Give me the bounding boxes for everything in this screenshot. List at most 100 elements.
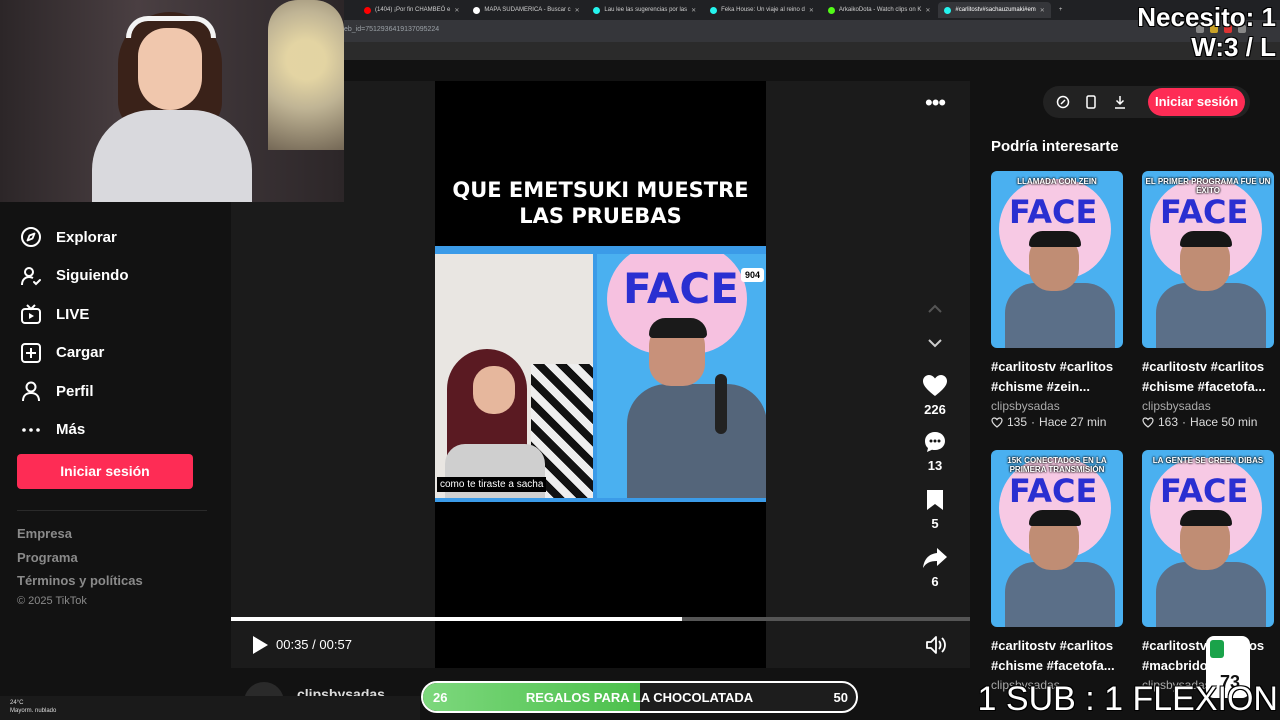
tab-label: Feka House: Un viaje al reino d: [721, 7, 805, 13]
header-login-button[interactable]: Iniciar sesión: [1148, 88, 1245, 116]
tab-favicon-icon: [364, 6, 371, 14]
like-button[interactable]: 226: [915, 374, 955, 417]
person-jacket: [1005, 562, 1115, 627]
tab-close-icon[interactable]: ✕: [691, 7, 696, 14]
device-button[interactable]: [1085, 95, 1097, 114]
save-button[interactable]: 5: [915, 488, 955, 531]
meta-separator: ·: [1031, 415, 1036, 429]
sidebar-item-label: Perfil: [56, 382, 94, 400]
tab-favicon-icon: [710, 6, 718, 14]
weather-widget[interactable]: 24°C Mayorm. nublado: [10, 699, 56, 715]
browser-tab[interactable]: Feka House: Un viaje al reino d ✕: [704, 2, 820, 18]
recommendation-thumbnail[interactable]: FACE La gente se creen dibas: [1142, 450, 1274, 627]
person-jacket: [1156, 562, 1266, 627]
volume-button[interactable]: [925, 635, 947, 660]
sidebar-item-perfil[interactable]: Perfil: [20, 372, 220, 411]
coin-button[interactable]: [1056, 95, 1070, 114]
comment-count: 13: [927, 458, 943, 473]
person-jacket: [1005, 283, 1115, 348]
sub-challenge-text: 1 SUB : 1 FLEXION: [977, 680, 1278, 718]
recommendation-line1[interactable]: #carlitostv #carlitos: [991, 357, 1123, 377]
recommendation-line1[interactable]: #carlitostv #carlitos: [991, 636, 1123, 656]
counter-line2: W:3 / L: [1191, 32, 1276, 62]
recommendation-line2[interactable]: #chisme #facetofa...: [991, 656, 1123, 676]
heart-icon: [923, 375, 947, 396]
login-button[interactable]: Iniciar sesión: [17, 454, 193, 489]
chevron-up-icon[interactable]: [926, 300, 944, 323]
recommendation-thumbnail[interactable]: FACE 15K conectados en la primera transmi…: [991, 450, 1123, 627]
compass-icon: [21, 227, 41, 248]
recommendation-author[interactable]: clipsbysadas: [991, 399, 1123, 413]
video-time: 00:35 / 00:57: [276, 637, 352, 652]
browser-tab[interactable]: Lau lee las sugerencias por las ✕: [587, 2, 702, 18]
browser-tab[interactable]: ArkaikoDota - Watch clips on K ✕: [822, 2, 937, 18]
person-hair: [1029, 510, 1081, 526]
thumbnail-caption: La gente se creen dibas: [1152, 456, 1264, 465]
download-button[interactable]: [1113, 95, 1127, 114]
tab-close-icon[interactable]: ✕: [575, 7, 580, 14]
recommendation-card[interactable]: FACE El primer programa fue un éxito #carl…: [1142, 171, 1274, 429]
streamer-face: [138, 28, 202, 110]
meta-separator: ·: [1182, 415, 1187, 429]
recommendation-thumbnail[interactable]: FACE Llamada con Zein: [991, 171, 1123, 348]
show-logo: FACE: [623, 264, 739, 313]
tab-close-icon[interactable]: ✕: [925, 7, 930, 14]
video-overlay-title: QUE EMETSUKI MUESTRE LAS PRUEBAS: [435, 177, 766, 229]
video-right-panel: FACE 904: [597, 254, 766, 498]
browser-tab[interactable]: MAPA SUDAMERICA - Buscar c ✕: [467, 2, 585, 18]
browser-tab[interactable]: (1404) ¡Por fin CHAMBEÓ e ✕: [358, 2, 465, 18]
video-progress-bar[interactable]: [231, 617, 970, 621]
comment-button[interactable]: 13: [915, 430, 955, 473]
recommendation-line2[interactable]: #chisme #zein...: [991, 377, 1123, 397]
footer-link-programa[interactable]: Programa: [17, 550, 143, 574]
recommendation-likes: 135: [1007, 415, 1028, 429]
os-taskbar: [0, 696, 420, 720]
sidebar-divider: [17, 510, 207, 511]
footer-link-empresa[interactable]: Empresa: [17, 526, 143, 550]
chevron-down-icon[interactable]: [926, 334, 944, 357]
more-options-icon[interactable]: •••: [925, 92, 946, 114]
play-button[interactable]: [251, 635, 269, 660]
more-icon: [22, 427, 40, 432]
play-icon: [253, 636, 268, 654]
recommendation-card[interactable]: FACE 15K conectados en la primera transmi…: [991, 450, 1123, 692]
sidebar-item-mas[interactable]: Más: [20, 411, 220, 450]
recommendation-author[interactable]: clipsbysadas: [1142, 399, 1274, 413]
tab-favicon-icon: [944, 6, 952, 14]
weather-temp: 24°C: [10, 700, 24, 706]
recommendation-meta: 163 · Hace 50 min: [1142, 415, 1274, 429]
tab-label: Lau lee las sugerencias por las: [604, 7, 688, 13]
recommendation-line1[interactable]: #carlitostv #carlitos: [1142, 357, 1274, 377]
footer-link-terminos[interactable]: Términos y políticas: [17, 573, 143, 597]
tab-label: MAPA SUDAMERICA - Buscar c: [484, 7, 571, 13]
comment-icon: [925, 432, 945, 452]
recommendation-thumbnail[interactable]: FACE El primer programa fue un éxito: [1142, 171, 1274, 348]
logo-mark: [1210, 640, 1224, 658]
person-jacket: [1156, 283, 1266, 348]
tab-close-icon[interactable]: ✕: [454, 7, 459, 14]
recommendation-age: Hace 50 min: [1190, 415, 1258, 429]
browser-tab[interactable]: #carlitostv#sachauzumaki#em ✕: [938, 2, 1051, 18]
recommendation-line2[interactable]: #chisme #facetofa...: [1142, 377, 1274, 397]
stream-counter: Necesito: 1 W:3 / L: [1137, 2, 1276, 62]
sidebar-item-cargar[interactable]: Cargar: [20, 334, 220, 373]
sidebar-item-live[interactable]: LIVE: [20, 295, 220, 334]
tab-close-icon[interactable]: ✕: [1040, 7, 1045, 14]
weather-desc: Mayorm. nublado: [10, 708, 57, 714]
following-icon: [21, 266, 41, 286]
tab-close-icon[interactable]: ✕: [809, 7, 814, 14]
bookmark-icon: [927, 490, 943, 510]
video-player[interactable]: QUE EMETSUKI MUESTRE LAS PRUEBAS FACE 90…: [435, 81, 766, 668]
recommendation-card[interactable]: FACE Llamada con Zein #carlitostv #carlito…: [991, 171, 1123, 429]
new-tab-button[interactable]: +: [1053, 2, 1069, 18]
share-button[interactable]: 6: [915, 546, 955, 589]
url-text[interactable]: eb_id=7512936419137095224: [344, 26, 439, 33]
recommendation-age: Hace 27 min: [1039, 415, 1107, 429]
sidebar-item-explorar[interactable]: Explorar: [20, 218, 220, 257]
sidebar-item-siguiendo[interactable]: Siguiendo: [20, 257, 220, 296]
copyright: © 2025 TikTok: [17, 595, 87, 607]
download-icon: [1115, 96, 1125, 109]
share-count: 6: [931, 574, 939, 589]
screen: (1404) ¡Por fin CHAMBEÓ e ✕ MAPA SUDAMERIC…: [0, 0, 1280, 720]
video-caption: como te tiraste a sacha: [437, 477, 547, 492]
